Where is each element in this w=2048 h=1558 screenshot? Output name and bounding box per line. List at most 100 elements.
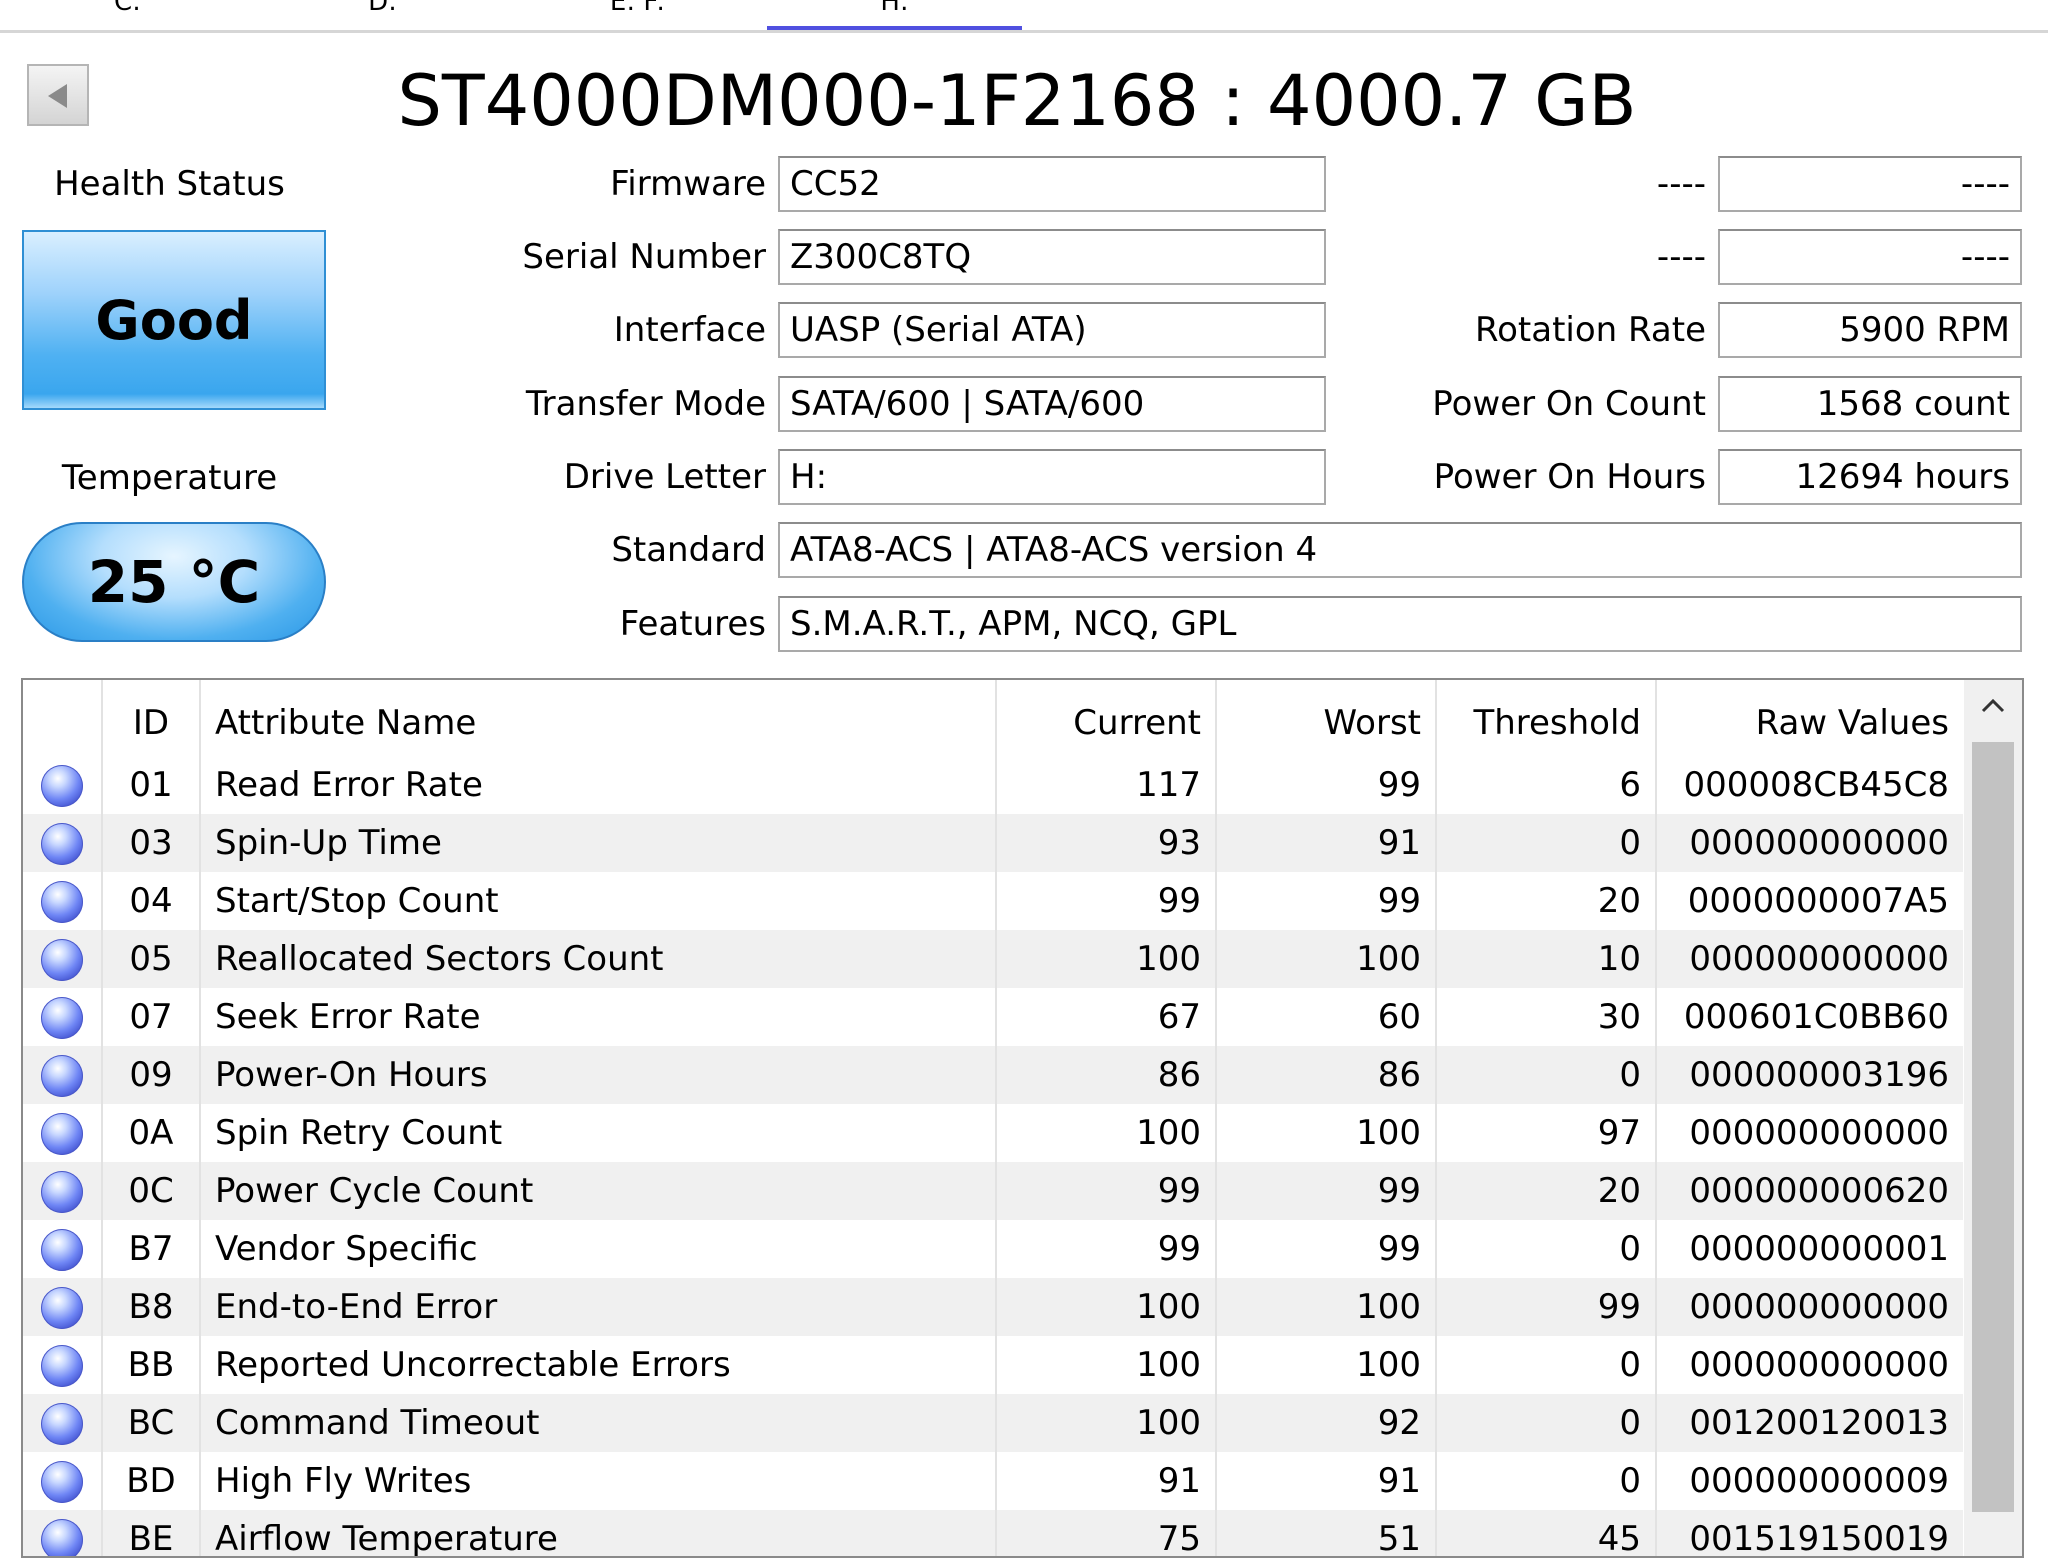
status-dot-icon <box>41 1345 83 1387</box>
attr-worst: 91 <box>1217 814 1437 872</box>
status-cell <box>23 756 103 814</box>
header-worst[interactable]: Worst <box>1217 680 1437 756</box>
vertical-scrollbar[interactable] <box>1964 680 2022 1556</box>
attr-raw-value: 001200120013 <box>1689 1403 1949 1443</box>
status-cell <box>23 1394 103 1452</box>
attr-threshold: 0 <box>1437 1046 1657 1104</box>
status-dot-icon <box>41 765 83 807</box>
table-row[interactable]: BE Airflow Temperature 75 51 45 001519150019 <box>23 1510 1963 1556</box>
table-row[interactable]: BD High Fly Writes 91 91 0 000000000009 <box>23 1452 1963 1510</box>
table-row[interactable]: 07 Seek Error Rate 67 60 30 000601C0BB60 <box>23 988 1963 1046</box>
attr-worst: 51 <box>1217 1510 1437 1556</box>
header-attribute-name[interactable]: Attribute Name <box>201 680 997 756</box>
blank-label-2: ---- <box>1656 237 1706 277</box>
status-cell <box>23 1104 103 1162</box>
rotation-rate-field: 5900 RPM <box>1718 302 2022 358</box>
standard-label: Standard <box>611 530 766 570</box>
table-row[interactable]: 0A Spin Retry Count 100 100 97 000000000000 <box>23 1104 1963 1162</box>
table-row[interactable]: 05 Reallocated Sectors Count 100 100 10 00000… <box>23 930 1963 988</box>
table-row[interactable]: B8 End-to-End Error 100 100 99 000000000000 <box>23 1278 1963 1336</box>
attr-worst: 86 <box>1217 1046 1437 1104</box>
attr-id: 04 <box>103 872 201 930</box>
attr-threshold: 0 <box>1437 1394 1657 1452</box>
drive-letter-field: H: <box>778 449 1326 505</box>
attr-raw-value: 000000000000 <box>1689 823 1949 863</box>
header-id[interactable]: ID <box>103 680 201 756</box>
attr-id: 0C <box>103 1162 201 1220</box>
attr-raw-value: 000008CB45C8 <box>1683 765 1950 805</box>
blank-field-2: ---- <box>1718 229 2022 285</box>
attr-raw-value: 000000000000 <box>1689 1345 1949 1385</box>
attr-worst: 60 <box>1217 988 1437 1046</box>
table-row[interactable]: BC Command Timeout 100 92 0 001200120013 <box>23 1394 1963 1452</box>
status-dot-icon <box>41 1055 83 1097</box>
attr-name: Reported Uncorrectable Errors <box>201 1336 997 1394</box>
health-status-label: Health Status <box>54 164 285 204</box>
attr-threshold: 6 <box>1437 756 1657 814</box>
attr-worst: 99 <box>1217 756 1437 814</box>
status-cell <box>23 1510 103 1556</box>
scrollbar-thumb[interactable] <box>1972 742 2014 1512</box>
attr-current: 93 <box>997 814 1217 872</box>
drive-tabs: C: D: E: F: H: <box>0 0 2048 33</box>
status-dot-icon <box>41 1461 83 1503</box>
serial-number-field: Z300C8TQ <box>778 229 1326 285</box>
temperature-label: Temperature <box>61 458 278 498</box>
header-status[interactable] <box>23 680 103 756</box>
attr-threshold: 30 <box>1437 988 1657 1046</box>
attr-name: Airflow Temperature <box>201 1510 997 1556</box>
table-row[interactable]: 01 Read Error Rate 117 99 6 000008CB45C8 <box>23 756 1963 814</box>
table-row[interactable]: 09 Power-On Hours 86 86 0 000000003196 <box>23 1046 1963 1104</box>
scroll-up-button[interactable] <box>1964 680 2022 734</box>
temperature-button[interactable]: 25 °C <box>22 522 326 642</box>
attr-current: 99 <box>997 1162 1217 1220</box>
attr-id: BB <box>103 1336 201 1394</box>
attr-raw-value: 000000000000 <box>1689 939 1949 979</box>
table-row[interactable]: B7 Vendor Specific 99 99 0 000000000001 <box>23 1220 1963 1278</box>
firmware-field: CC52 <box>778 156 1326 212</box>
attr-name: Vendor Specific <box>201 1220 997 1278</box>
attr-current: 100 <box>997 930 1217 988</box>
attr-name: High Fly Writes <box>201 1452 997 1510</box>
attr-name: Seek Error Rate <box>201 988 997 1046</box>
standard-field: ATA8-ACS | ATA8-ACS version 4 <box>778 522 2022 578</box>
drive-tab-h[interactable]: H: <box>767 0 1022 30</box>
table-row[interactable]: 03 Spin-Up Time 93 91 0 000000000000 <box>23 814 1963 872</box>
attr-name: End-to-End Error <box>201 1278 997 1336</box>
smart-table[interactable]: ID Attribute Name Current Worst Threshol… <box>21 678 2024 1558</box>
power-on-hours-label: Power On Hours <box>1433 457 1706 497</box>
header-current[interactable]: Current <box>997 680 1217 756</box>
table-row[interactable]: 04 Start/Stop Count 99 99 20 0000000007A5 <box>23 872 1963 930</box>
rotation-rate-label: Rotation Rate <box>1475 310 1706 350</box>
health-status-button[interactable]: Good <box>22 230 326 410</box>
table-row[interactable]: BB Reported Uncorrectable Errors 100 100 0 00… <box>23 1336 1963 1394</box>
attr-id: 07 <box>103 988 201 1046</box>
attr-raw-value: 0000000007A5 <box>1687 881 1949 921</box>
attr-name: Reallocated Sectors Count <box>201 930 997 988</box>
table-row[interactable]: 0C Power Cycle Count 99 99 20 000000000620 <box>23 1162 1963 1220</box>
blank-label-1: ---- <box>1656 164 1706 204</box>
attr-worst: 100 <box>1217 1104 1437 1162</box>
attr-threshold: 0 <box>1437 814 1657 872</box>
attr-id: B7 <box>103 1220 201 1278</box>
features-label: Features <box>619 604 766 644</box>
drive-tab-c[interactable]: C: <box>0 0 255 30</box>
attr-current: 91 <box>997 1452 1217 1510</box>
status-cell <box>23 1452 103 1510</box>
status-dot-icon <box>41 1403 83 1445</box>
attr-raw-value: 000000003196 <box>1689 1055 1949 1095</box>
attr-name: Spin Retry Count <box>201 1104 997 1162</box>
firmware-label: Firmware <box>610 164 766 204</box>
attr-threshold: 97 <box>1437 1104 1657 1162</box>
smart-table-body: 01 Read Error Rate 117 99 6 000008CB45C8 03 Spi… <box>23 756 1963 1556</box>
status-dot-icon <box>41 1229 83 1271</box>
status-dot-icon <box>41 823 83 865</box>
drive-tab-ef[interactable]: E: F: <box>510 0 765 30</box>
attr-current: 75 <box>997 1510 1217 1556</box>
header-raw-values[interactable]: Raw Values <box>1657 680 1963 756</box>
header-threshold[interactable]: Threshold <box>1437 680 1657 756</box>
attr-name: Spin-Up Time <box>201 814 997 872</box>
drive-tab-d[interactable]: D: <box>255 0 510 30</box>
attr-current: 86 <box>997 1046 1217 1104</box>
status-dot-icon <box>41 997 83 1039</box>
